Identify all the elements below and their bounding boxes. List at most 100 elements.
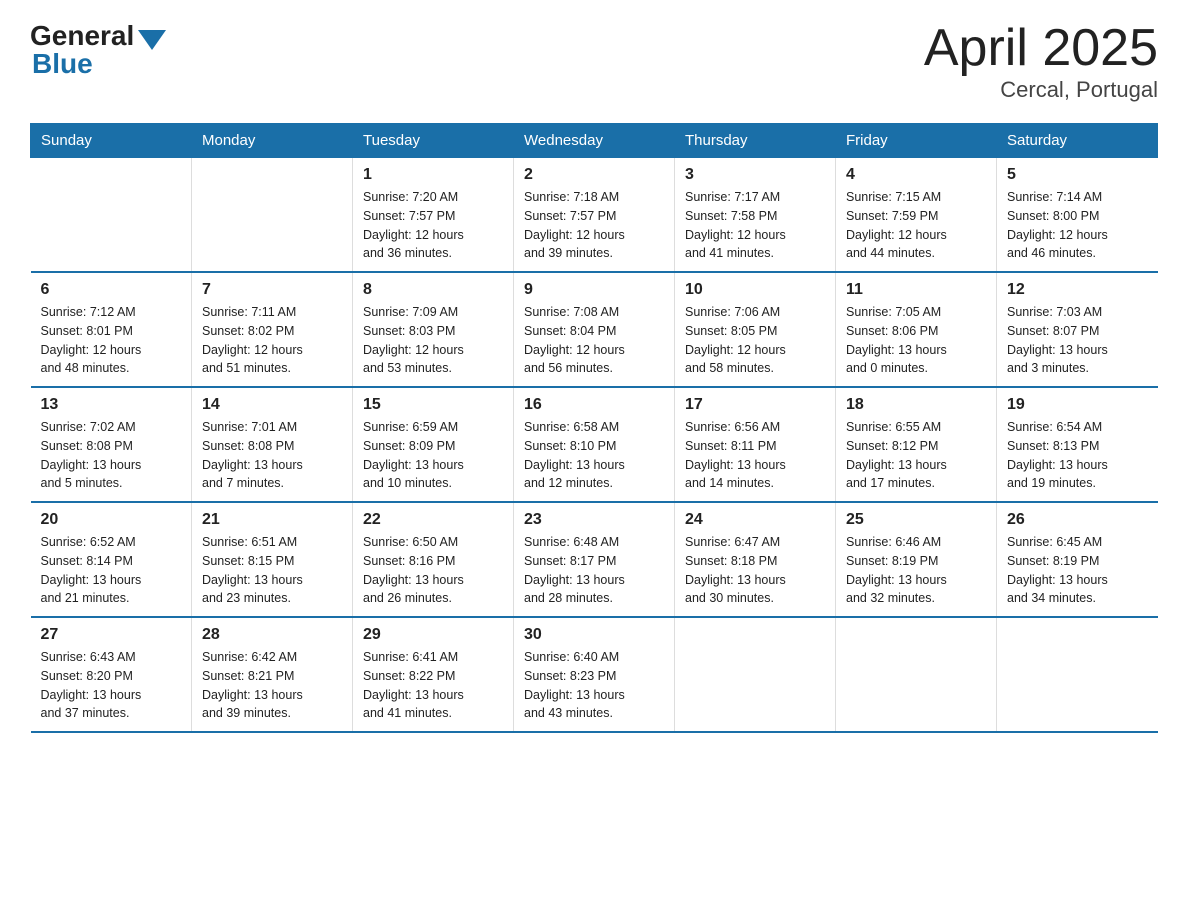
day-number: 8 [363,281,503,299]
calendar-cell: 3 Sunrise: 7:17 AM Sunset: 7:58 PM Daylig… [675,158,836,273]
day-info: Sunrise: 7:11 AM Sunset: 8:02 PM Dayligh… [202,303,342,378]
calendar-cell: 18Sunrise: 6:55 AM Sunset: 8:12 PM Dayli… [836,387,997,502]
day-info: Sunrise: 6:46 AM Sunset: 8:19 PM Dayligh… [846,533,986,608]
day-number: 6 [41,281,182,299]
calendar-table: Sunday Monday Tuesday Wednesday Thursday… [30,123,1158,733]
day-info: Sunrise: 7:01 AM Sunset: 8:08 PM Dayligh… [202,418,342,493]
calendar-cell: 4 Sunrise: 7:15 AM Sunset: 7:59 PM Daylig… [836,158,997,273]
weekday-header-row: Sunday Monday Tuesday Wednesday Thursday… [31,124,1158,158]
calendar-cell: 9Sunrise: 7:08 AM Sunset: 8:04 PM Daylig… [514,272,675,387]
day-info: Sunrise: 7:15 AM Sunset: 7:59 PM Dayligh… [846,188,986,263]
calendar-title: April 2025 [924,20,1158,77]
calendar-cell: 16 Sunrise: 6:58 AM Sunset: 8:10 PM Dayli… [514,387,675,502]
calendar-cell: 22 Sunrise: 6:50 AM Sunset: 8:16 PM Dayli… [353,502,514,617]
header-monday: Monday [192,124,353,158]
day-number: 24 [685,511,825,529]
calendar-cell: 5Sunrise: 7:14 AM Sunset: 8:00 PM Daylig… [997,158,1158,273]
day-info: Sunrise: 7:06 AM Sunset: 8:05 PM Dayligh… [685,303,825,378]
day-info: Sunrise: 6:59 AM Sunset: 8:09 PM Dayligh… [363,418,503,493]
calendar-cell: 21 Sunrise: 6:51 AM Sunset: 8:15 PM Dayli… [192,502,353,617]
calendar-cell [997,617,1158,732]
calendar-header: Sunday Monday Tuesday Wednesday Thursday… [31,124,1158,158]
header-saturday: Saturday [997,124,1158,158]
calendar-cell: 11Sunrise: 7:05 AM Sunset: 8:06 PM Dayli… [836,272,997,387]
calendar-cell: 26Sunrise: 6:45 AM Sunset: 8:19 PM Dayli… [997,502,1158,617]
day-info: Sunrise: 6:43 AM Sunset: 8:20 PM Dayligh… [41,648,182,723]
calendar-week-row: 27 Sunrise: 6:43 AM Sunset: 8:20 PM Dayli… [31,617,1158,732]
day-number: 4 [846,166,986,184]
calendar-cell: 2 Sunrise: 7:18 AM Sunset: 7:57 PM Daylig… [514,158,675,273]
day-info: Sunrise: 6:56 AM Sunset: 8:11 PM Dayligh… [685,418,825,493]
day-info: Sunrise: 6:47 AM Sunset: 8:18 PM Dayligh… [685,533,825,608]
day-number: 22 [363,511,503,529]
header-thursday: Thursday [675,124,836,158]
header-tuesday: Tuesday [353,124,514,158]
day-number: 19 [1007,396,1148,414]
calendar-cell: 15 Sunrise: 6:59 AM Sunset: 8:09 PM Dayli… [353,387,514,502]
day-info: Sunrise: 6:42 AM Sunset: 8:21 PM Dayligh… [202,648,342,723]
day-info: Sunrise: 7:14 AM Sunset: 8:00 PM Dayligh… [1007,188,1148,263]
calendar-subtitle: Cercal, Portugal [924,77,1158,103]
calendar-cell: 24 Sunrise: 6:47 AM Sunset: 8:18 PM Dayli… [675,502,836,617]
day-number: 15 [363,396,503,414]
day-number: 10 [685,281,825,299]
day-info: Sunrise: 6:54 AM Sunset: 8:13 PM Dayligh… [1007,418,1148,493]
day-info: Sunrise: 6:50 AM Sunset: 8:16 PM Dayligh… [363,533,503,608]
calendar-week-row: 1 Sunrise: 7:20 AM Sunset: 7:57 PM Daylig… [31,158,1158,273]
calendar-cell: 10 Sunrise: 7:06 AM Sunset: 8:05 PM Dayli… [675,272,836,387]
calendar-cell: 6 Sunrise: 7:12 AM Sunset: 8:01 PM Daylig… [31,272,192,387]
calendar-week-row: 6 Sunrise: 7:12 AM Sunset: 8:01 PM Daylig… [31,272,1158,387]
day-info: Sunrise: 6:51 AM Sunset: 8:15 PM Dayligh… [202,533,342,608]
day-info: Sunrise: 6:58 AM Sunset: 8:10 PM Dayligh… [524,418,664,493]
day-info: Sunrise: 6:40 AM Sunset: 8:23 PM Dayligh… [524,648,664,723]
calendar-cell: 29Sunrise: 6:41 AM Sunset: 8:22 PM Dayli… [353,617,514,732]
logo-triangle-icon [138,30,166,50]
day-number: 12 [1007,281,1148,299]
calendar-cell: 14 Sunrise: 7:01 AM Sunset: 8:08 PM Dayli… [192,387,353,502]
day-number: 1 [363,166,503,184]
day-info: Sunrise: 7:20 AM Sunset: 7:57 PM Dayligh… [363,188,503,263]
page-header: General Blue April 2025 Cercal, Portugal [30,20,1158,103]
calendar-cell: 25 Sunrise: 6:46 AM Sunset: 8:19 PM Dayli… [836,502,997,617]
day-number: 3 [685,166,825,184]
logo-blue-text: Blue [32,48,93,80]
calendar-cell: 19 Sunrise: 6:54 AM Sunset: 8:13 PM Dayli… [997,387,1158,502]
day-number: 18 [846,396,986,414]
calendar-cell: 17 Sunrise: 6:56 AM Sunset: 8:11 PM Dayli… [675,387,836,502]
calendar-cell: 30Sunrise: 6:40 AM Sunset: 8:23 PM Dayli… [514,617,675,732]
day-info: Sunrise: 7:09 AM Sunset: 8:03 PM Dayligh… [363,303,503,378]
calendar-cell: 12 Sunrise: 7:03 AM Sunset: 8:07 PM Dayli… [997,272,1158,387]
day-info: Sunrise: 7:17 AM Sunset: 7:58 PM Dayligh… [685,188,825,263]
logo: General Blue [30,20,166,80]
calendar-cell: 28 Sunrise: 6:42 AM Sunset: 8:21 PM Dayli… [192,617,353,732]
day-info: Sunrise: 7:02 AM Sunset: 8:08 PM Dayligh… [41,418,182,493]
day-number: 14 [202,396,342,414]
day-info: Sunrise: 7:03 AM Sunset: 8:07 PM Dayligh… [1007,303,1148,378]
header-friday: Friday [836,124,997,158]
calendar-cell [675,617,836,732]
title-block: April 2025 Cercal, Portugal [924,20,1158,103]
day-info: Sunrise: 7:12 AM Sunset: 8:01 PM Dayligh… [41,303,182,378]
day-info: Sunrise: 7:08 AM Sunset: 8:04 PM Dayligh… [524,303,664,378]
day-info: Sunrise: 6:41 AM Sunset: 8:22 PM Dayligh… [363,648,503,723]
header-sunday: Sunday [31,124,192,158]
day-number: 23 [524,511,664,529]
calendar-week-row: 20Sunrise: 6:52 AM Sunset: 8:14 PM Dayli… [31,502,1158,617]
calendar-cell: 13 Sunrise: 7:02 AM Sunset: 8:08 PM Dayli… [31,387,192,502]
day-number: 27 [41,626,182,644]
calendar-cell [31,158,192,273]
day-number: 21 [202,511,342,529]
day-number: 17 [685,396,825,414]
day-info: Sunrise: 7:05 AM Sunset: 8:06 PM Dayligh… [846,303,986,378]
day-info: Sunrise: 7:18 AM Sunset: 7:57 PM Dayligh… [524,188,664,263]
day-number: 7 [202,281,342,299]
day-number: 25 [846,511,986,529]
calendar-cell [192,158,353,273]
calendar-cell: 7 Sunrise: 7:11 AM Sunset: 8:02 PM Daylig… [192,272,353,387]
calendar-cell: 1 Sunrise: 7:20 AM Sunset: 7:57 PM Daylig… [353,158,514,273]
day-number: 13 [41,396,182,414]
day-number: 28 [202,626,342,644]
day-number: 16 [524,396,664,414]
day-number: 2 [524,166,664,184]
calendar-cell [836,617,997,732]
